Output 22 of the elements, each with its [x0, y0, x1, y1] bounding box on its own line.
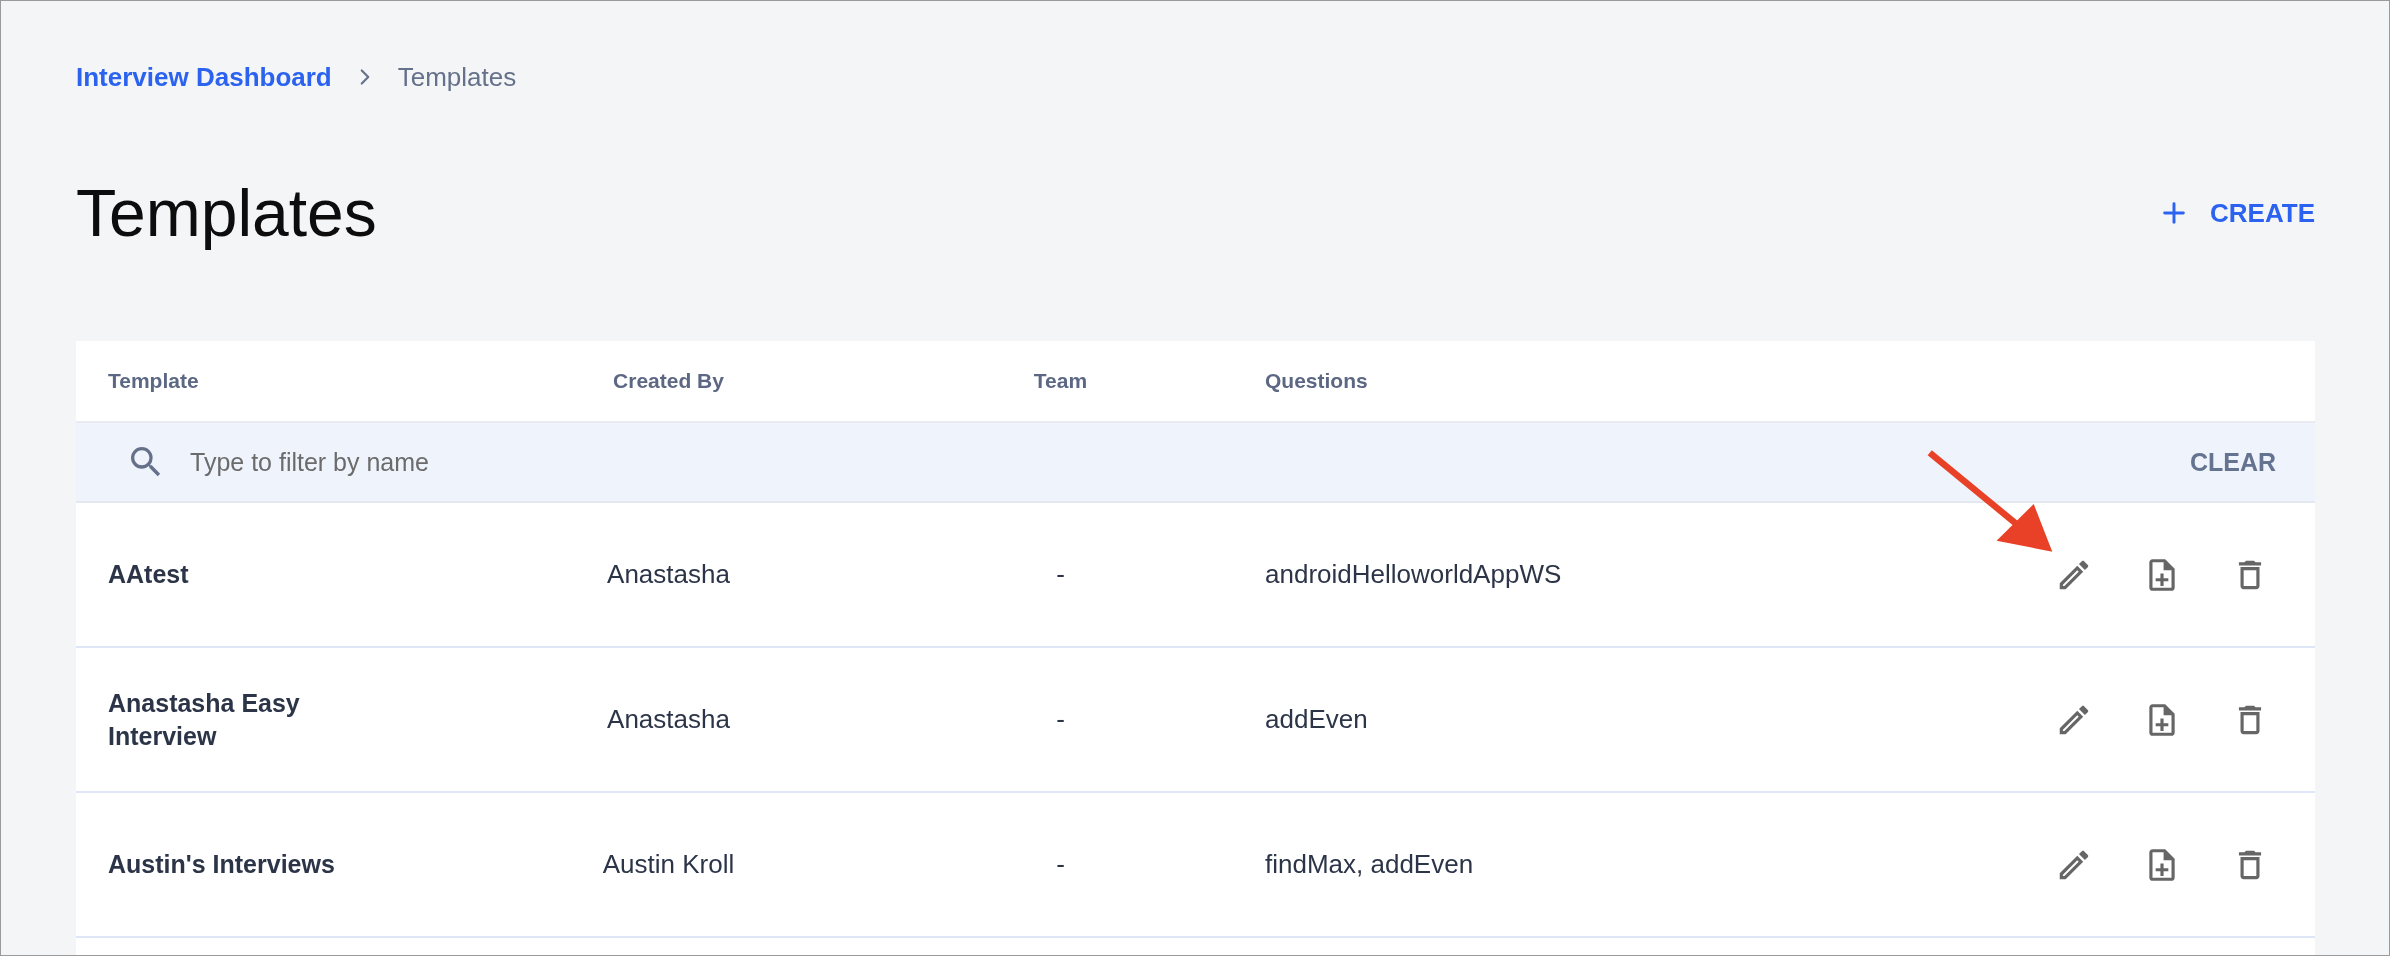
- column-header: Team: [1032, 369, 1089, 393]
- table-cell-text: findMax, addEven: [1265, 847, 1475, 881]
- table-cell-text: Anastasha: [606, 557, 731, 591]
- table-cell-text: addEven: [1265, 702, 1369, 736]
- table-cell-text: Anastasha: [606, 702, 731, 736]
- table-cell-text: Austin Kroll: [601, 847, 736, 881]
- breadcrumb-link[interactable]: Interview Dashboard: [76, 61, 332, 93]
- table-cell-text: androidHelloworldAppWS: [1265, 557, 1563, 591]
- filter-field[interactable]: Type to filter by name CLEAR: [76, 423, 2315, 503]
- clear-button[interactable]: CLEAR: [2189, 447, 2276, 477]
- table-cell-text: Anastasha Easy Interview: [107, 688, 301, 752]
- table-cell-text: -: [1055, 847, 1066, 881]
- column-header: Created By: [612, 369, 725, 393]
- table-cell-text: AAtest: [107, 559, 190, 591]
- page-title: Templates: [76, 175, 377, 251]
- column-header: Template: [107, 369, 200, 393]
- column-header: Questions: [1265, 369, 1369, 393]
- create-button[interactable]: CREATE: [2158, 197, 2315, 229]
- table-cell-text: -: [1055, 557, 1066, 591]
- breadcrumb-current: Templates: [397, 61, 517, 93]
- table-cell-text: -: [1055, 702, 1066, 736]
- table-cell-text: Austin's Interviews: [107, 849, 336, 881]
